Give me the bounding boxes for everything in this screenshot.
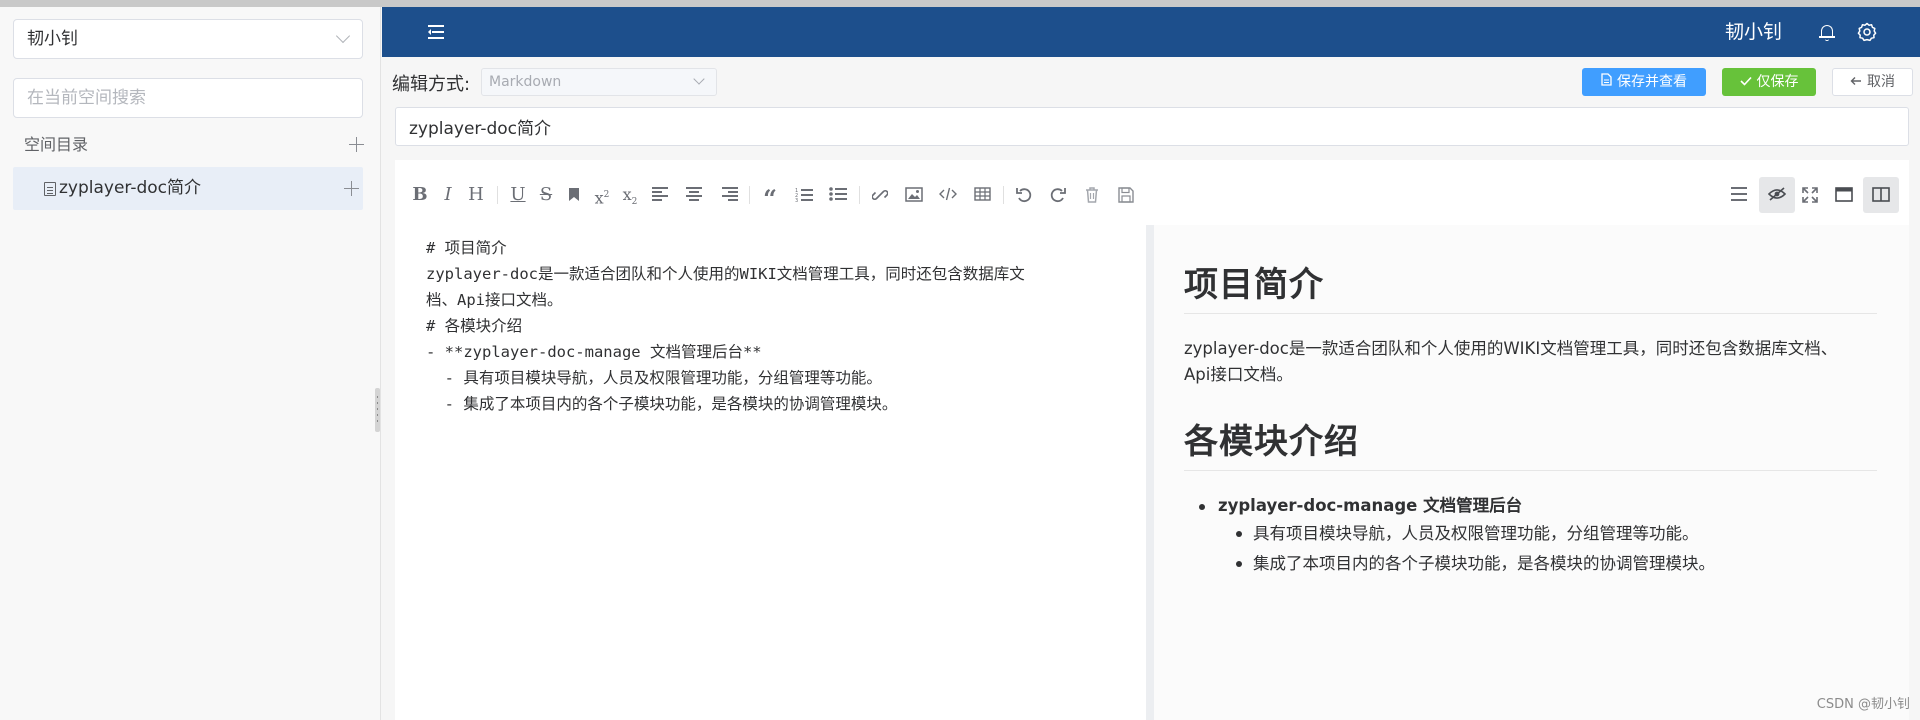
link-icon[interactable] <box>867 182 893 208</box>
menu-fold-icon[interactable] <box>428 25 444 39</box>
trash-icon[interactable] <box>1079 182 1105 208</box>
pane-splitter[interactable] <box>1146 225 1154 720</box>
bold-icon[interactable]: B <box>407 182 433 208</box>
window-top-strip <box>0 0 1920 7</box>
arrow-left-icon <box>1850 70 1862 96</box>
save-only-label: 仅保存 <box>1756 74 1799 90</box>
preview-heading: 各模块介绍 <box>1184 420 1877 471</box>
read-mode-icon[interactable] <box>1831 182 1857 208</box>
chevron-down-icon <box>335 28 351 44</box>
navigation-icon[interactable] <box>1726 182 1752 208</box>
add-child-page-icon[interactable] <box>344 181 359 196</box>
source-line: - **zyplayer-doc-manage 文档管理后台** <box>426 343 762 361</box>
markdown-preview-pane: 项目简介 zyplayer-doc是一款适合团队和个人使用的WIKI文档管理工具… <box>1154 225 1909 720</box>
menu-arrow <box>428 29 431 35</box>
source-line: # 项目简介 <box>426 239 507 257</box>
bell-clapper <box>1825 39 1829 41</box>
preview-sublist-item: 具有项目模块导航，人员及权限管理功能，分组管理等功能。 <box>1184 519 1877 549</box>
sidebar-resize-handle[interactable] <box>375 388 380 432</box>
sidebar: 韧小钊 空间目录 zyplayer-doc简介 <box>0 7 381 720</box>
document-icon <box>1601 69 1612 97</box>
preview-toggle-icon[interactable] <box>1759 177 1795 213</box>
space-search-input[interactable] <box>13 78 363 118</box>
preview-sublist-item: 集成了本项目内的各个子模块功能，是各模块的协调管理模块。 <box>1184 549 1877 579</box>
undo-icon[interactable] <box>1011 182 1037 208</box>
preview-list: zyplayer-doc-manage 文档管理后台 具有项目模块导航，人员及权… <box>1184 493 1877 579</box>
image-icon[interactable] <box>901 182 927 208</box>
chevron-down-icon <box>693 73 705 85</box>
toolbar-separator <box>859 186 860 204</box>
align-center-icon[interactable] <box>681 182 707 208</box>
document-icon <box>44 182 56 196</box>
watermark: CSDN @韧小钊 <box>1816 697 1910 712</box>
source-line: - 具有项目模块导航，人员及权限管理功能，分组管理等功能。 <box>426 369 882 387</box>
table-icon[interactable] <box>969 182 995 208</box>
source-line: - 集成了本项目内的各个子模块功能，是各模块的协调管理模块。 <box>426 395 898 413</box>
ordered-list-icon[interactable]: 123 <box>791 182 817 208</box>
preview-heading: 项目简介 <box>1184 263 1877 314</box>
underline-icon[interactable]: U <box>505 182 531 208</box>
heading-icon[interactable]: H <box>463 182 489 208</box>
preview-paragraph-line: zyplayer-doc是一款适合团队和个人使用的WIKI文档管理工具，同时还包… <box>1184 339 1838 358</box>
code-icon[interactable] <box>935 182 961 208</box>
quote-icon[interactable]: “ <box>757 182 783 213</box>
directory-header-label: 空间目录 <box>24 135 89 154</box>
menu-line-mid <box>432 31 444 33</box>
tree-item-zyplayer-doc[interactable]: zyplayer-doc简介 <box>13 167 363 210</box>
fullscreen-icon[interactable] <box>1797 182 1823 208</box>
source-line: # 各模块介绍 <box>426 317 523 335</box>
user-name[interactable]: 韧小钊 <box>1725 7 1782 57</box>
save-only-button[interactable]: 仅保存 <box>1722 68 1816 96</box>
edit-mode-label: 编辑方式: <box>392 74 471 95</box>
align-right-icon[interactable] <box>717 182 743 208</box>
edit-mode-select[interactable]: Markdown <box>481 68 717 96</box>
cancel-label: 取消 <box>1867 74 1895 90</box>
save-and-view-button[interactable]: 保存并查看 <box>1582 68 1706 96</box>
directory-header: 空间目录 <box>24 133 364 157</box>
tree-item-label: zyplayer-doc简介 <box>59 178 202 198</box>
source-line: zyplayer-doc是一款适合团队和个人使用的WIKI文档管理工具，同时还包… <box>426 265 1025 283</box>
top-header: 韧小钊 <box>382 7 1920 57</box>
add-page-icon[interactable] <box>349 137 364 152</box>
preview-sublist-item-label: 具有项目模块导航，人员及权限管理功能，分组管理等功能。 <box>1253 524 1699 543</box>
markdown-editor: B I H U S x2 x2 “ 123 # 项目简介 zyplayer-do… <box>395 160 1909 720</box>
source-line: 档、Api接口文档。 <box>426 291 563 309</box>
preview-list-item-label: zyplayer-doc-manage 文档管理后台 <box>1218 496 1523 515</box>
superscript-icon[interactable]: x2 <box>589 182 615 208</box>
strikethrough-icon[interactable]: S <box>533 182 559 208</box>
italic-icon[interactable]: I <box>435 182 461 208</box>
split-view-icon[interactable] <box>1863 177 1899 213</box>
cancel-button[interactable]: 取消 <box>1832 68 1913 96</box>
preview-paragraph-line: Api接口文档。 <box>1184 365 1293 384</box>
menu-line-bottom <box>428 37 444 39</box>
preview-sublist-item-label: 集成了本项目内的各个子模块功能，是各模块的协调管理模块。 <box>1253 554 1715 573</box>
align-left-icon[interactable] <box>647 182 673 208</box>
editor-toolbar: B I H U S x2 x2 “ 123 <box>395 160 1909 225</box>
redo-icon[interactable] <box>1045 182 1071 208</box>
save-and-view-label: 保存并查看 <box>1617 74 1687 90</box>
gear-icon[interactable] <box>1857 22 1877 42</box>
bookmark-icon[interactable] <box>561 182 587 208</box>
toolbar-separator <box>497 186 498 204</box>
preview-list-item: zyplayer-doc-manage 文档管理后台 <box>1184 493 1877 519</box>
toolbar-separator <box>1003 186 1004 204</box>
bell-icon[interactable] <box>1819 24 1835 41</box>
unordered-list-icon[interactable] <box>825 182 851 208</box>
space-select-value: 韧小钊 <box>27 29 78 49</box>
toolbar-separator <box>749 186 750 204</box>
svg-text:3: 3 <box>795 198 798 203</box>
space-select[interactable]: 韧小钊 <box>13 19 363 59</box>
check-icon <box>1739 69 1752 97</box>
page-title-input[interactable] <box>395 107 1909 146</box>
edit-mode-value: Markdown <box>489 74 562 90</box>
bell-base <box>1819 36 1835 38</box>
markdown-source-pane[interactable]: # 项目简介 zyplayer-doc是一款适合团队和个人使用的WIKI文档管理… <box>395 225 1146 720</box>
subscript-icon[interactable]: x2 <box>617 182 643 208</box>
save-icon[interactable] <box>1113 182 1139 208</box>
menu-line-top <box>428 25 444 27</box>
preview-paragraph: zyplayer-doc是一款适合团队和个人使用的WIKI文档管理工具，同时还包… <box>1184 336 1877 388</box>
